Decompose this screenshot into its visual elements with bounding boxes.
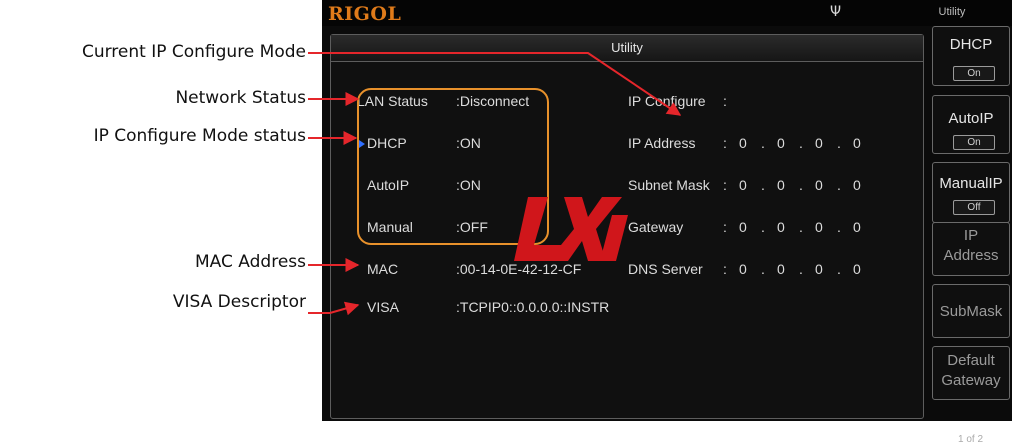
network-octet: 0 <box>853 135 861 151</box>
softkey-default-gateway-line1: Default <box>947 352 995 369</box>
panel-header: Utility <box>331 35 923 62</box>
network-octet: 0 <box>739 219 747 235</box>
network-row-label: IP Address <box>628 135 696 151</box>
network-octet-dot: . <box>761 177 765 193</box>
softkey-default-gateway-line2: Gateway <box>941 372 1001 389</box>
network-octet-dot: . <box>799 177 803 193</box>
page-indicator: 1 of 2 <box>957 434 984 445</box>
lxi-logo-icon <box>514 197 628 261</box>
network-row-label: Subnet Mask <box>628 177 710 193</box>
dhcp-label: DHCP <box>367 135 407 151</box>
panel-title: Utility <box>611 40 643 55</box>
network-octet-dot: . <box>799 219 803 235</box>
network-octet: 0 <box>815 135 823 151</box>
network-octet: 0 <box>739 177 747 193</box>
ip-configure-value: : <box>723 93 727 109</box>
network-octet-dot: . <box>761 261 765 277</box>
network-row-separator: : <box>723 177 727 193</box>
network-octet-dot: . <box>799 261 803 277</box>
utility-panel: Utility LAN Status :Disconnect DHCP :ON … <box>330 34 924 419</box>
network-octet: 0 <box>777 261 785 277</box>
softkey-autoip-state: On <box>953 135 995 150</box>
status-bar: RIGOL Ψ Utility <box>322 0 1012 26</box>
network-octet: 0 <box>739 135 747 151</box>
callout-current-ip-mode: Current IP Configure Mode <box>81 42 306 62</box>
network-octet: 0 <box>777 177 785 193</box>
softkey-manualip-label: ManualIP <box>939 175 1003 192</box>
ip-configure-label: IP Configure <box>628 93 706 109</box>
network-octet: 0 <box>815 219 823 235</box>
network-octet-dot: . <box>799 135 803 151</box>
dhcp-value: :ON <box>456 135 481 151</box>
function-title: Utility <box>938 6 966 18</box>
callout-mac-address: MAC Address <box>195 252 306 272</box>
softkey-default-gateway[interactable]: Default Gateway <box>932 346 1010 400</box>
mac-label: MAC <box>367 261 399 277</box>
softkey-manualip[interactable]: ManualIP Off <box>932 162 1010 223</box>
autoip-label: AutoIP <box>367 177 410 193</box>
manual-value: :OFF <box>456 219 488 235</box>
visa-value: :TCPIP0::0.0.0.0::INSTR <box>456 299 610 315</box>
manual-label: Manual <box>367 219 413 235</box>
softkey-autoip-label: AutoIP <box>948 110 994 127</box>
network-octet: 0 <box>853 219 861 235</box>
network-octet-dot: . <box>837 219 841 235</box>
softkey-ip-address-line2: Address <box>943 247 999 264</box>
network-octet: 0 <box>815 261 823 277</box>
network-octet-dot: . <box>761 135 765 151</box>
softkey-dhcp[interactable]: DHCP On <box>932 26 1010 86</box>
network-octet: 0 <box>853 177 861 193</box>
network-octet-dot: . <box>761 219 765 235</box>
network-octet: 0 <box>777 219 785 235</box>
device-screen: RIGOL Ψ Utility Utility LAN Status :Disc… <box>322 0 1012 445</box>
brand-logo: RIGOL <box>328 3 402 25</box>
network-row-separator: : <box>723 135 727 151</box>
softkey-dhcp-state: On <box>953 66 995 81</box>
softkey-ip-address-line1: IP <box>963 227 979 244</box>
selection-marker-icon <box>359 140 365 148</box>
softkey-dhcp-label: DHCP <box>949 36 993 53</box>
network-row-label: DNS Server <box>628 261 703 277</box>
softkey-submask[interactable]: SubMask <box>932 284 1010 338</box>
network-octet: 0 <box>815 177 823 193</box>
network-octet: 0 <box>739 261 747 277</box>
callout-visa-descriptor: VISA Descriptor <box>172 292 306 312</box>
callout-ip-mode-status: IP Configure Mode status <box>93 126 306 146</box>
softkey-ip-address[interactable]: IP Address <box>932 222 1010 276</box>
network-row-label: Gateway <box>628 219 684 235</box>
network-row-separator: : <box>723 219 727 235</box>
network-octet: 0 <box>853 261 861 277</box>
softkey-autoip[interactable]: AutoIP On <box>932 95 1010 154</box>
network-row-separator: : <box>723 261 727 277</box>
network-octet-dot: . <box>837 135 841 151</box>
softkey-submask-label: SubMask <box>939 303 1003 320</box>
visa-label: VISA <box>367 299 399 315</box>
usb-icon: Ψ <box>830 4 842 20</box>
network-octet: 0 <box>777 135 785 151</box>
softkey-manualip-state: Off <box>953 200 995 215</box>
network-octet-dot: . <box>837 177 841 193</box>
callout-network-status: Network Status <box>175 88 306 108</box>
softkey-menu: DHCP On AutoIP On ManualIP Off IP Addres… <box>929 26 1012 445</box>
autoip-value: :ON <box>456 177 481 193</box>
network-octet-dot: . <box>837 261 841 277</box>
